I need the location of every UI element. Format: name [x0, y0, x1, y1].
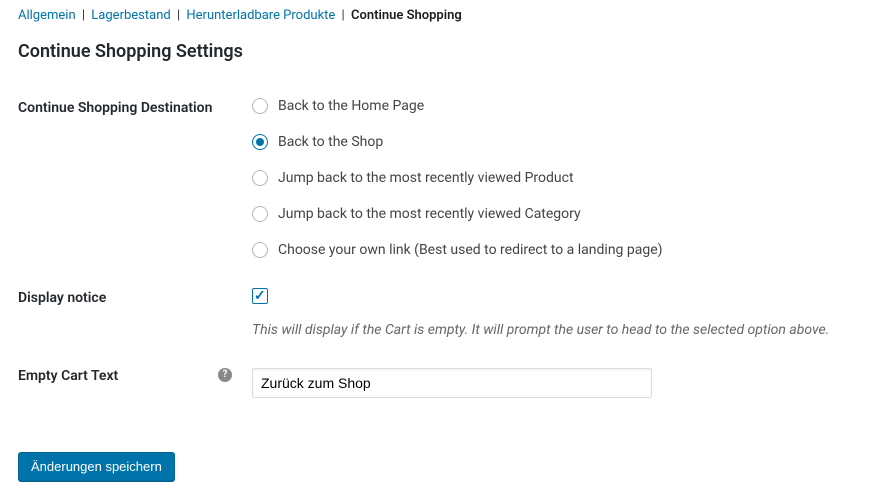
display-notice-checkbox[interactable] [252, 288, 268, 304]
radio-label: Back to the Home Page [278, 98, 424, 114]
field-empty-cart-text: Empty Cart Text ? [18, 368, 868, 398]
empty-cart-input[interactable] [252, 368, 652, 398]
radio-label: Jump back to the most recently viewed Ca… [278, 206, 581, 222]
radio-product[interactable] [252, 170, 268, 186]
radio-shop[interactable] [252, 134, 268, 150]
radio-option-custom[interactable]: Choose your own link (Best used to redir… [252, 242, 868, 258]
radio-label: Choose your own link (Best used to redir… [278, 242, 663, 258]
separator: | [342, 8, 345, 23]
display-notice-field: This will display if the Cart is empty. … [252, 288, 868, 338]
empty-cart-label: Empty Cart Text [18, 368, 118, 384]
help-icon[interactable]: ? [218, 368, 232, 382]
radio-category[interactable] [252, 206, 268, 222]
save-button[interactable]: Änderungen speichern [18, 452, 175, 481]
display-notice-description: This will display if the Cart is empty. … [252, 322, 868, 338]
radio-custom[interactable] [252, 242, 268, 258]
radio-option-home[interactable]: Back to the Home Page [252, 98, 868, 114]
radio-option-product[interactable]: Jump back to the most recently viewed Pr… [252, 170, 868, 186]
tab-general[interactable]: Allgemein [18, 8, 76, 23]
page-title: Continue Shopping Settings [18, 41, 868, 62]
field-destination: Continue Shopping Destination Back to th… [18, 98, 868, 258]
destination-label: Continue Shopping Destination [18, 98, 252, 116]
field-display-notice: Display notice This will display if the … [18, 288, 868, 338]
radio-label: Jump back to the most recently viewed Pr… [278, 170, 574, 186]
radio-home[interactable] [252, 98, 268, 114]
display-notice-label: Display notice [18, 288, 252, 306]
settings-tabs: Allgemein | Lagerbestand | Herunterladba… [18, 8, 868, 23]
destination-options: Back to the Home Page Back to the Shop J… [252, 98, 868, 258]
radio-option-category[interactable]: Jump back to the most recently viewed Ca… [252, 206, 868, 222]
radio-label: Back to the Shop [278, 134, 383, 150]
separator: | [177, 8, 180, 23]
separator: | [82, 8, 85, 23]
tab-continue-shopping[interactable]: Continue Shopping [351, 8, 462, 23]
tab-downloadable[interactable]: Herunterladbare Produkte [186, 8, 335, 23]
radio-option-shop[interactable]: Back to the Shop [252, 134, 868, 150]
tab-inventory[interactable]: Lagerbestand [91, 8, 170, 23]
